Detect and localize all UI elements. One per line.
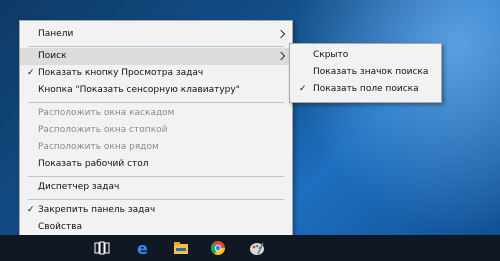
- taskbar: e: [0, 235, 500, 261]
- paint-icon[interactable]: [247, 238, 267, 258]
- checkmark-icon: ✓: [299, 84, 307, 94]
- file-explorer-icon[interactable]: [171, 238, 191, 258]
- chrome-icon[interactable]: [208, 238, 228, 258]
- taskbar-context-menu: Панели Поиск ✓ Показать кнопку Просмотра…: [19, 20, 293, 241]
- checkmark-icon: ✓: [27, 205, 35, 215]
- menu-item-touch-keyboard-button[interactable]: Кнопка "Показать сенсорную клавиатуру": [20, 82, 292, 99]
- search-submenu: Скрыто Показать значок поиска ✓ Показать…: [289, 43, 442, 103]
- chevron-right-icon: [276, 29, 286, 39]
- menu-item-properties[interactable]: Свойства: [20, 219, 292, 236]
- menu-item-show-desktop[interactable]: Показать рабочий стол: [20, 156, 292, 173]
- menu-item-show-task-view-button[interactable]: ✓ Показать кнопку Просмотра задач: [20, 65, 292, 82]
- svg-text:e: e: [137, 240, 148, 256]
- submenu-item-show-search-icon[interactable]: Показать значок поиска: [290, 64, 441, 81]
- checkmark-icon: ✓: [27, 68, 35, 78]
- menu-item-stack-windows: Расположить окна стопкой: [38, 125, 168, 135]
- menu-item-panels[interactable]: Панели: [20, 26, 292, 43]
- menu-item-side-by-side-windows: Расположить окна рядом: [38, 142, 159, 152]
- menu-separator: [28, 176, 284, 177]
- submenu-item-show-search-box[interactable]: ✓ Показать поле поиска: [290, 81, 441, 98]
- menu-separator: [28, 199, 284, 200]
- menu-item-lock-taskbar[interactable]: ✓ Закрепить панель задач: [20, 202, 292, 219]
- task-view-icon[interactable]: [92, 238, 112, 258]
- menu-item-cascade-windows: Расположить окна каскадом: [38, 108, 175, 118]
- submenu-item-hidden[interactable]: Скрыто: [290, 47, 441, 64]
- menu-separator: [28, 46, 284, 47]
- menu-item-task-manager[interactable]: Диспетчер задач: [20, 179, 292, 196]
- desktop-background: [290, 0, 500, 235]
- menu-separator: [28, 102, 284, 103]
- edge-icon[interactable]: e: [133, 238, 153, 258]
- chevron-right-icon: [276, 51, 286, 61]
- menu-item-search[interactable]: Поиск: [20, 48, 292, 65]
